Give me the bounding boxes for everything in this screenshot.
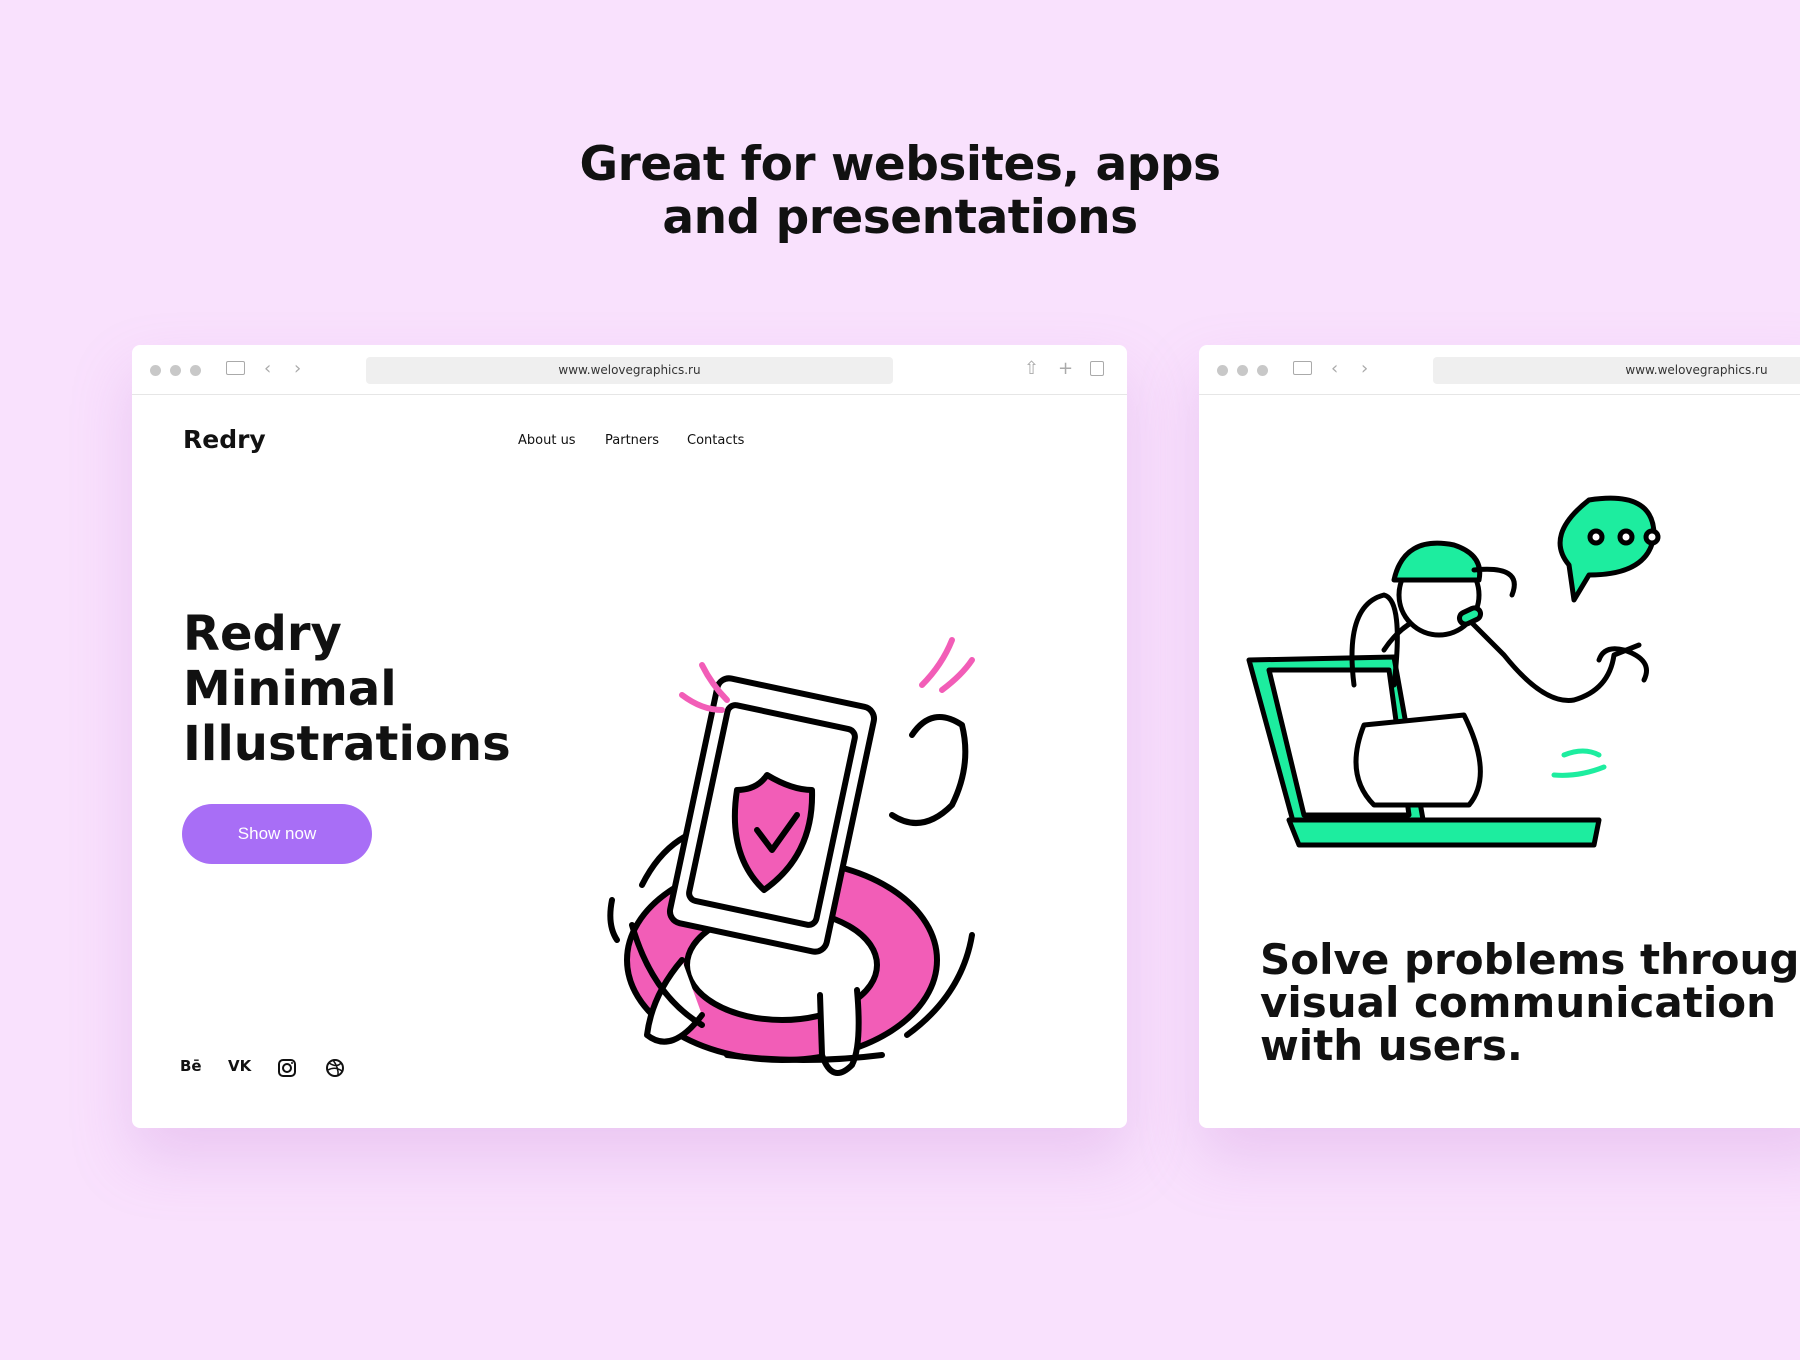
nav-partners[interactable]: Partners [605, 433, 659, 448]
sidebar-icon[interactable] [1293, 361, 1312, 375]
vk-icon[interactable]: VK [228, 1057, 251, 1075]
maximize-dot[interactable] [190, 365, 201, 376]
browser-window-right: ‹ › www.welovegraphics.ru Solve problems… [1199, 345, 1800, 1128]
behance-icon[interactable]: Bē [180, 1057, 202, 1075]
instagram-icon[interactable] [277, 1058, 297, 1078]
browser-toolbar: ‹ › www.welovegraphics.ru ⇧ + [132, 345, 1127, 395]
minimize-dot[interactable] [1237, 365, 1248, 376]
maximize-dot[interactable] [1257, 365, 1268, 376]
new-tab-icon[interactable]: + [1058, 359, 1073, 379]
solve-problems-heading: Solve problems through visual communicat… [1260, 935, 1800, 1070]
page-headline: Great for websites, apps and presentatio… [579, 137, 1222, 245]
address-bar[interactable]: www.welovegraphics.ru [366, 357, 893, 384]
browser-window-left: ‹ › www.welovegraphics.ru ⇧ + Redry Abou… [132, 345, 1127, 1128]
tabs-icon[interactable] [1090, 361, 1104, 376]
show-now-button[interactable]: Show now [182, 804, 372, 864]
minimize-dot[interactable] [170, 365, 181, 376]
close-dot[interactable] [150, 365, 161, 376]
lifebuoy-phone-illustration [607, 637, 975, 1076]
nav-about[interactable]: About us [518, 433, 576, 448]
forward-icon[interactable]: › [1361, 359, 1368, 379]
back-icon[interactable]: ‹ [264, 359, 271, 379]
nav-contacts[interactable]: Contacts [687, 433, 744, 448]
address-bar[interactable]: www.welovegraphics.ru [1433, 357, 1800, 384]
browser-toolbar: ‹ › www.welovegraphics.ru [1199, 345, 1800, 395]
close-dot[interactable] [1217, 365, 1228, 376]
support-agent-laptop-illustration [1246, 495, 1661, 848]
sidebar-icon[interactable] [226, 361, 245, 375]
hero-heading: Redry Minimal Illustrations [183, 606, 511, 772]
forward-icon[interactable]: › [294, 359, 301, 379]
site-logo[interactable]: Redry [183, 425, 266, 454]
dribbble-icon[interactable] [325, 1058, 345, 1078]
share-icon[interactable]: ⇧ [1024, 359, 1039, 379]
back-icon[interactable]: ‹ [1331, 359, 1338, 379]
